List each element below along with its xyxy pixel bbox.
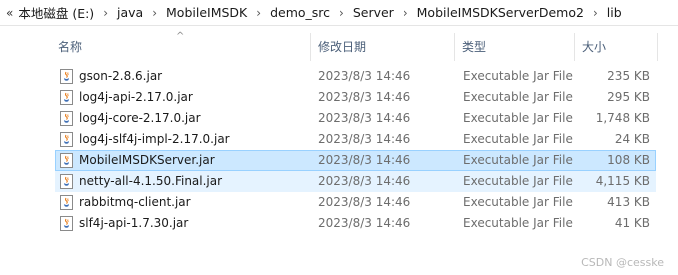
java-jar-icon — [60, 90, 73, 105]
java-jar-icon — [60, 132, 73, 147]
java-jar-icon — [60, 69, 73, 84]
file-row[interactable]: slf4j-api-1.7.30.jar 2023/8/3 14:46 Exec… — [0, 213, 678, 234]
file-date: 2023/8/3 14:46 — [318, 132, 411, 146]
column-divider[interactable] — [310, 33, 311, 61]
file-name: gson-2.8.6.jar — [79, 69, 163, 83]
file-name: log4j-slf4j-impl-2.17.0.jar — [79, 132, 230, 146]
column-header-name[interactable]: 名称 — [58, 33, 82, 61]
file-date: 2023/8/3 14:46 — [318, 195, 411, 209]
file-date: 2023/8/3 14:46 — [318, 69, 411, 83]
file-date: 2023/8/3 14:46 — [318, 216, 411, 230]
column-header-type[interactable]: 类型 — [462, 33, 486, 61]
address-bar[interactable]: « 本地磁盘 (E:) › java › MobileIMSDK › demo_… — [0, 0, 678, 26]
column-header-size[interactable]: 大小 — [582, 33, 606, 61]
watermark-text: CSDN @cesske — [581, 256, 664, 269]
file-date: 2023/8/3 14:46 — [318, 153, 411, 167]
file-type: Executable Jar File — [463, 132, 573, 146]
file-size: 24 KB — [614, 132, 650, 146]
file-type: Executable Jar File — [463, 111, 573, 125]
file-row-selected[interactable]: MobileIMSDKServer.jar 2023/8/3 14:46 Exe… — [0, 150, 678, 171]
sort-ascending-icon: ^ — [176, 31, 185, 42]
java-jar-icon — [60, 111, 73, 126]
file-date: 2023/8/3 14:46 — [318, 174, 411, 188]
file-explorer-window: « 本地磁盘 (E:) › java › MobileIMSDK › demo_… — [0, 0, 678, 275]
file-list: gson-2.8.6.jar 2023/8/3 14:46 Executable… — [0, 66, 678, 234]
column-divider[interactable] — [454, 33, 455, 61]
file-type: Executable Jar File — [463, 153, 573, 167]
java-jar-icon — [60, 195, 73, 210]
file-size: 41 KB — [614, 216, 650, 230]
file-name: log4j-core-2.17.0.jar — [79, 111, 201, 125]
file-name: slf4j-api-1.7.30.jar — [79, 216, 189, 230]
file-type: Executable Jar File — [463, 174, 573, 188]
breadcrumb-chevron-icon[interactable]: › — [339, 6, 344, 20]
file-row[interactable]: log4j-core-2.17.0.jar 2023/8/3 14:46 Exe… — [0, 108, 678, 129]
column-divider[interactable] — [657, 33, 658, 61]
file-date: 2023/8/3 14:46 — [318, 111, 411, 125]
file-size: 108 KB — [607, 153, 650, 167]
file-name: log4j-api-2.17.0.jar — [79, 90, 193, 104]
file-type: Executable Jar File — [463, 69, 573, 83]
breadcrumb-chevron-icon[interactable]: › — [152, 6, 157, 20]
file-size: 235 KB — [607, 69, 650, 83]
java-jar-icon — [60, 216, 73, 231]
breadcrumb-item-drive[interactable]: 本地磁盘 (E:) — [18, 3, 94, 22]
breadcrumb-item-mobileimsdk[interactable]: MobileIMSDK — [166, 5, 247, 20]
breadcrumb-overflow-button[interactable]: « — [6, 6, 13, 20]
file-name: MobileIMSDKServer.jar — [79, 153, 215, 167]
java-jar-icon — [60, 153, 73, 168]
file-name: netty-all-4.1.50.Final.jar — [79, 174, 223, 188]
breadcrumb-item-java[interactable]: java — [117, 5, 143, 20]
breadcrumb-item-lib[interactable]: lib — [607, 5, 622, 20]
file-type: Executable Jar File — [463, 216, 573, 230]
file-date: 2023/8/3 14:46 — [318, 90, 411, 104]
breadcrumb-item-server[interactable]: Server — [353, 5, 394, 20]
column-divider[interactable] — [574, 33, 575, 61]
breadcrumb-chevron-icon[interactable]: › — [593, 6, 598, 20]
file-name: rabbitmq-client.jar — [79, 195, 191, 209]
file-type: Executable Jar File — [463, 195, 573, 209]
file-row[interactable]: rabbitmq-client.jar 2023/8/3 14:46 Execu… — [0, 192, 678, 213]
file-type: Executable Jar File — [463, 90, 573, 104]
breadcrumb-item-demo-src[interactable]: demo_src — [270, 5, 330, 20]
file-size: 4,115 KB — [595, 174, 650, 188]
file-size: 295 KB — [607, 90, 650, 104]
file-row[interactable]: gson-2.8.6.jar 2023/8/3 14:46 Executable… — [0, 66, 678, 87]
column-header-date[interactable]: 修改日期 — [318, 33, 366, 61]
breadcrumb-chevron-icon[interactable]: › — [403, 6, 408, 20]
breadcrumb-chevron-icon[interactable]: › — [103, 6, 108, 20]
column-headers: ^ 名称 修改日期 类型 大小 — [0, 31, 678, 61]
breadcrumb-item-demo2[interactable]: MobileIMSDKServerDemo2 — [417, 5, 584, 20]
file-size: 1,748 KB — [595, 111, 650, 125]
file-row[interactable]: log4j-api-2.17.0.jar 2023/8/3 14:46 Exec… — [0, 87, 678, 108]
java-jar-icon — [60, 174, 73, 189]
breadcrumb-chevron-icon[interactable]: › — [256, 6, 261, 20]
file-size: 413 KB — [607, 195, 650, 209]
file-row-hover[interactable]: netty-all-4.1.50.Final.jar 2023/8/3 14:4… — [0, 171, 678, 192]
file-row[interactable]: log4j-slf4j-impl-2.17.0.jar 2023/8/3 14:… — [0, 129, 678, 150]
